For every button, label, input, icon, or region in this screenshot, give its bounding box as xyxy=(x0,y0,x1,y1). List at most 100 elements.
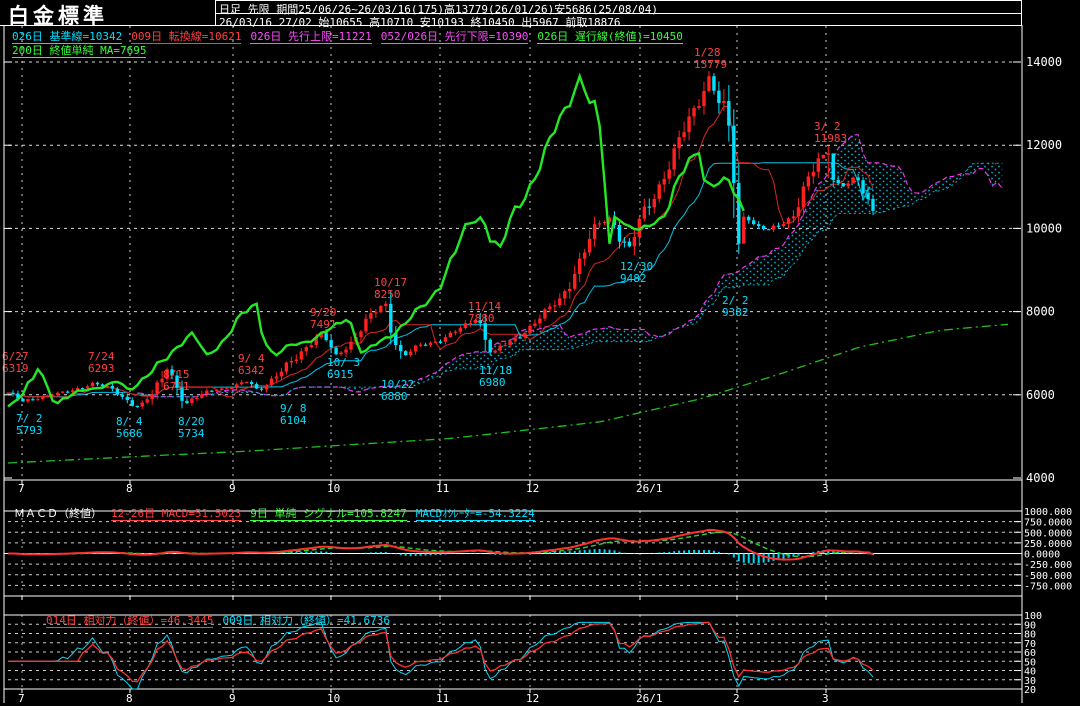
candle-body xyxy=(349,341,353,350)
candle-body xyxy=(528,325,532,334)
candle-body xyxy=(135,405,139,408)
candle-body xyxy=(503,344,507,347)
candle-body xyxy=(95,382,100,385)
candle-body xyxy=(418,344,423,346)
annotation-price: 6293 xyxy=(88,362,115,375)
candle-body xyxy=(846,183,850,187)
candle-body xyxy=(125,396,130,401)
candle-body xyxy=(155,382,159,395)
candle-body xyxy=(309,345,313,348)
candle-body xyxy=(617,225,622,242)
candle-body xyxy=(553,305,557,307)
candle-body xyxy=(717,90,721,103)
rsi-x-axis-label: 11 xyxy=(436,692,449,705)
candle-body xyxy=(766,229,771,231)
candle-body xyxy=(463,323,468,329)
candle-body xyxy=(413,345,418,352)
legend-item: 014日 相対力（終値）=46.3445 xyxy=(46,614,214,628)
annotation-price: 6980 xyxy=(479,376,506,389)
candle-body xyxy=(582,252,587,259)
y-axis-label: 10000 xyxy=(1026,221,1062,235)
candle-body xyxy=(523,333,527,338)
rsi-axis-label: 20 xyxy=(1024,685,1036,696)
candle-body xyxy=(786,218,791,224)
candle-body xyxy=(324,332,328,341)
candle-body xyxy=(493,350,497,353)
candle-body xyxy=(488,339,492,353)
candle-body xyxy=(190,398,194,404)
candle-body xyxy=(652,198,656,208)
candle-body xyxy=(26,399,30,402)
candle-body xyxy=(408,351,413,356)
annotation-price: 5686 xyxy=(116,427,143,440)
candlesticks xyxy=(6,71,875,409)
candle-body xyxy=(36,399,40,401)
y-axis-label: 14000 xyxy=(1026,55,1062,69)
candle-body xyxy=(761,225,766,230)
x-axis-label: 10 xyxy=(327,482,340,495)
candle-body xyxy=(244,381,249,384)
candle-body xyxy=(642,206,647,219)
annotation-price: 7491 xyxy=(310,318,337,331)
rsi-x-axis-label: 3 xyxy=(822,692,829,705)
candle-body xyxy=(374,312,378,314)
macd-axis-label: -500.000 xyxy=(1024,571,1072,582)
candle-body xyxy=(334,347,338,355)
candle-body xyxy=(513,337,517,341)
candle-body xyxy=(150,394,154,400)
ichimoku-cloud-fill xyxy=(137,134,1003,397)
candle-body xyxy=(359,331,363,338)
rsi-x-axis-label: 8 xyxy=(126,692,133,705)
annotation-price: 9382 xyxy=(722,306,749,319)
candle-body xyxy=(821,154,825,159)
rsi-legend: 014日 相対力（終値）=46.3445 009日 相対力（終値）=41.6736 xyxy=(46,612,399,628)
candle-body xyxy=(140,402,144,407)
x-axis-label: 9 xyxy=(229,482,236,495)
candle-body xyxy=(826,153,830,155)
candle-body xyxy=(687,116,691,133)
candle-body xyxy=(672,148,676,170)
candle-body xyxy=(249,381,254,385)
candle-body xyxy=(751,220,756,225)
candle-body xyxy=(742,216,746,244)
candle-body xyxy=(304,347,308,352)
candle-body xyxy=(404,351,408,356)
x-axis-label: 3 xyxy=(822,482,829,495)
candle-body xyxy=(453,331,458,333)
macd-axis-label: 1000.000 xyxy=(1024,507,1072,518)
legend-item: 009日 相対力（終値）=41.6736 xyxy=(222,614,390,628)
candle-body xyxy=(6,392,10,394)
candle-body xyxy=(70,390,75,392)
y-axis-label: 6000 xyxy=(1026,388,1055,402)
candle-body xyxy=(145,399,149,403)
main-grid: 14000 12000 10000 8000 6000 4000 xyxy=(4,26,1062,485)
candle-body xyxy=(682,132,686,138)
x-axis-label: 12 xyxy=(526,482,539,495)
candle-body xyxy=(851,177,855,184)
x-axis-label: 7 xyxy=(18,482,25,495)
candle-body xyxy=(259,388,264,390)
price-chart-canvas[interactable]: 1400012000100008000600040006/2763197/246… xyxy=(0,0,1080,706)
annotation-price: 8250 xyxy=(374,288,401,301)
candle-body xyxy=(11,392,15,394)
candle-body xyxy=(200,394,204,398)
candle-body xyxy=(399,345,403,352)
candle-body xyxy=(573,273,577,289)
candle-body xyxy=(220,388,224,390)
candle-body xyxy=(195,397,199,400)
candle-body xyxy=(518,337,522,339)
candle-body xyxy=(548,306,552,310)
candle-body xyxy=(722,101,726,103)
candle-body xyxy=(225,388,229,390)
candle-body xyxy=(662,178,666,185)
rsi-x-axis-label: 10 xyxy=(327,692,340,705)
legend-item: 026日 先行上限=11221 xyxy=(250,30,372,44)
candle-body xyxy=(458,328,463,332)
candle-body xyxy=(801,186,806,208)
candle-body xyxy=(856,177,860,181)
legend-item: ＭＡＣＤ（終値） xyxy=(14,507,102,520)
candle-body xyxy=(781,223,786,227)
candle-body xyxy=(627,241,632,247)
macd-axis-label: 500.0000 xyxy=(1024,528,1072,539)
legend-item: 12-26日 MACD=51.5023 xyxy=(111,507,242,521)
